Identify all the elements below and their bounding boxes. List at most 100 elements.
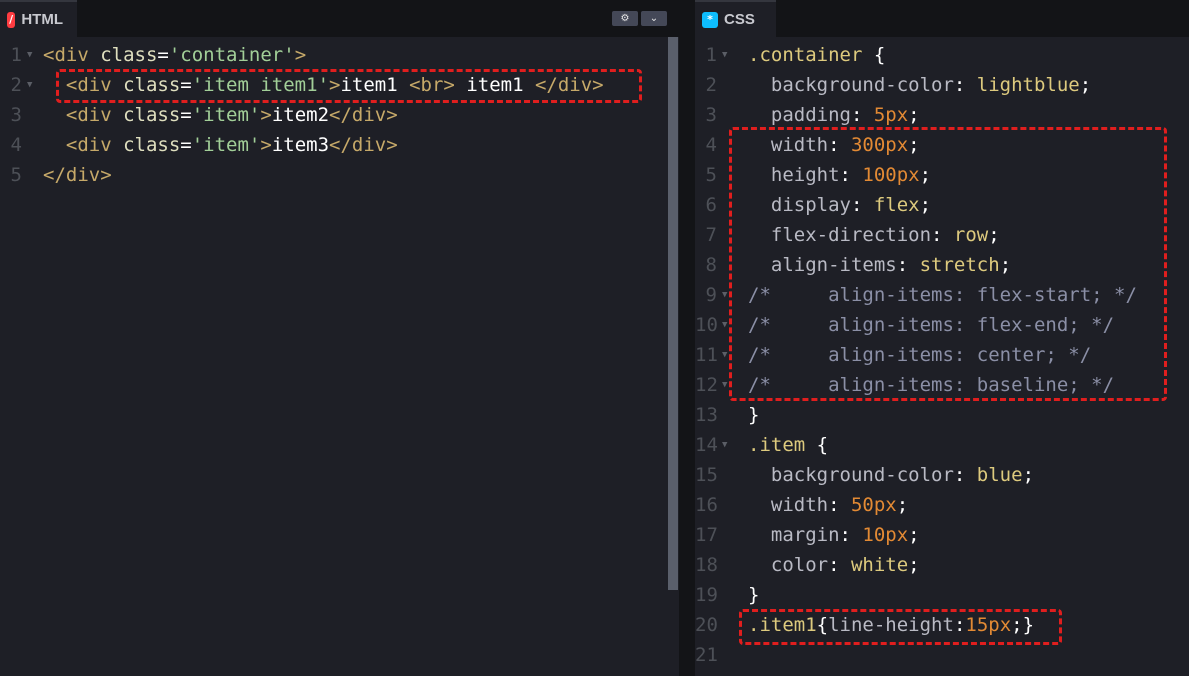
code-token: =: [180, 74, 192, 96]
settings-button[interactable]: ⚙: [612, 11, 638, 26]
code-token: :: [828, 554, 851, 576]
code-token: {: [862, 44, 886, 66]
code-token: ;: [999, 254, 1012, 276]
code-line: 3 <div class='item'>item2</div>: [0, 100, 679, 130]
line-number: 12: [695, 374, 718, 396]
fold-arrow-icon[interactable]: ▼: [722, 430, 727, 460]
code-token: 'item': [191, 134, 261, 156]
code-line-text: flex-direction: row;: [748, 220, 1000, 250]
code-line-text: /* align-items: flex-end; */: [748, 310, 1114, 340]
code-token: row: [953, 224, 989, 246]
html-logo-icon: /: [7, 11, 16, 28]
code-line: 1 ▼ .container {: [695, 40, 1189, 70]
line-number: 21: [695, 644, 718, 666]
code-line-text: }: [748, 400, 759, 430]
line-number: 11: [695, 344, 718, 366]
line-number: 10: [695, 314, 718, 336]
code-token: color: [748, 554, 829, 576]
html-tab-bar: / HTML ⚙ ⌄: [0, 0, 679, 37]
code-line-text: /* align-items: center; */: [748, 340, 1091, 370]
code-token: }: [748, 584, 760, 606]
code-line: 16 width: 50px;: [695, 490, 1189, 520]
code-line: 4 width: 300px;: [695, 130, 1189, 160]
code-line-text: <div class='item'>item3</div>: [43, 130, 398, 160]
line-number: 5: [705, 164, 717, 186]
code-line: 21: [695, 640, 1189, 670]
code-token: ;: [988, 224, 1000, 246]
code-token: item2: [271, 104, 330, 126]
code-token: ;: [896, 494, 909, 516]
code-token: {: [805, 434, 829, 456]
code-token: align-items: [748, 254, 897, 276]
code-token: 5px: [873, 104, 909, 126]
code-line: 17 margin: 10px;: [695, 520, 1189, 550]
code-line: 15 background-color: blue;: [695, 460, 1189, 490]
line-number: 4: [10, 134, 22, 156]
code-line-text: .item {: [748, 430, 828, 460]
code-token: /* align-items: center; */: [748, 344, 1092, 366]
code-line-text: width: 300px;: [748, 130, 920, 160]
line-number: 1: [705, 44, 717, 66]
code-line-text: background-color: lightblue;: [748, 70, 1091, 100]
fold-arrow-icon[interactable]: ▼: [722, 40, 727, 70]
code-token: }: [748, 404, 760, 426]
code-token: .item1: [748, 614, 817, 636]
html-editor-scrollbar[interactable]: [668, 37, 678, 590]
code-line: 12 ▼ /* align-items: baseline; */: [695, 370, 1189, 400]
code-token: item1: [340, 74, 410, 96]
line-number: 13: [695, 404, 718, 426]
code-line: 13}: [695, 400, 1189, 430]
code-token: >: [260, 134, 272, 156]
code-token: ;: [919, 164, 932, 186]
code-line-text: }: [748, 580, 759, 610]
code-line-text: color: white;: [748, 550, 920, 580]
code-line: 4 <div class='item'>item3</div>: [0, 130, 679, 160]
fold-arrow-icon[interactable]: ▼: [722, 280, 727, 310]
code-token: display: [748, 194, 851, 216]
code-token: :: [850, 194, 874, 216]
fold-arrow-icon[interactable]: ▼: [722, 370, 727, 400]
code-line-text: margin: 10px;: [748, 520, 920, 550]
code-token: ;: [908, 524, 920, 546]
code-token: 10px: [862, 524, 909, 546]
code-line: 2 background-color: lightblue;: [695, 70, 1189, 100]
line-number: 3: [705, 104, 717, 126]
line-number: 2: [705, 74, 717, 96]
line-number: 19: [695, 584, 718, 606]
code-token: >: [260, 104, 272, 126]
code-token: >: [329, 74, 341, 96]
tab-css[interactable]: * CSS: [695, 0, 776, 37]
tab-html[interactable]: / HTML: [0, 0, 77, 37]
code-token: :: [896, 254, 920, 276]
html-code-editor[interactable]: 1 ▼ <div class='container'> 2 ▼ <div class='…: [0, 40, 679, 190]
code-line: 2 ▼ <div class='item item1'>item1 <br> it…: [0, 70, 679, 100]
code-token: 'container': [168, 44, 295, 66]
fold-arrow-icon[interactable]: ▼: [722, 340, 727, 370]
code-line-text: <div class='item item1'>item1 <br> item1…: [43, 70, 604, 100]
fold-arrow-icon[interactable]: ▼: [27, 40, 32, 70]
line-number: 17: [695, 524, 718, 546]
code-line: 18 color: white;: [695, 550, 1189, 580]
css-logo-icon: *: [702, 11, 718, 28]
fold-arrow-icon[interactable]: ▼: [27, 70, 32, 100]
code-token: <div: [43, 74, 124, 96]
line-number: 2: [10, 74, 22, 96]
code-token: >: [294, 44, 307, 66]
code-token: padding: [748, 104, 851, 126]
collapse-button[interactable]: ⌄: [641, 11, 667, 26]
code-line-text: display: flex;: [748, 190, 931, 220]
line-number: 5: [10, 164, 22, 186]
fold-arrow-icon[interactable]: ▼: [722, 310, 727, 340]
code-token: </div>: [329, 134, 398, 156]
css-code-editor[interactable]: 1 ▼ .container {2 background-color: lightb…: [695, 40, 1189, 670]
code-token: /* align-items: baseline; */: [748, 374, 1115, 396]
code-line: 20 .item1{line-height:15px;}: [695, 610, 1189, 640]
code-token: class: [123, 134, 181, 156]
code-token: ;: [919, 194, 932, 216]
code-line-text: .container {: [748, 40, 885, 70]
line-number: 18: [695, 554, 718, 576]
code-line-text: background-color: blue;: [748, 460, 1034, 490]
gear-icon: ⚙: [620, 13, 630, 24]
code-line: 14 ▼ .item {: [695, 430, 1189, 460]
code-token: :: [953, 74, 977, 96]
